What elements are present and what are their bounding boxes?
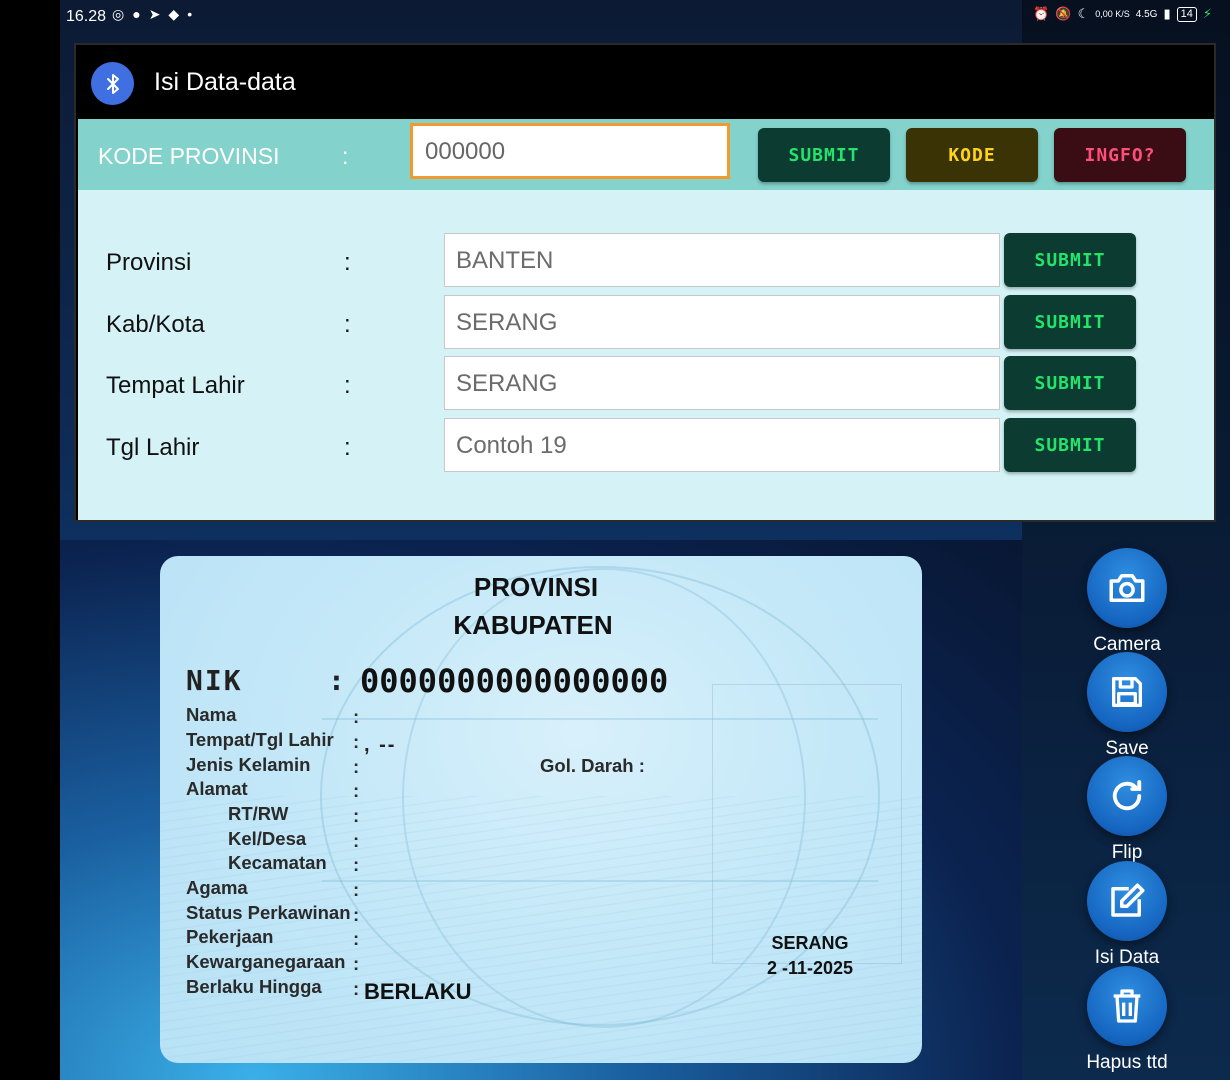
notification-icons: ◎ ● ➤ ◆ •: [112, 6, 192, 23]
tempat-lahir-input[interactable]: SERANG: [444, 356, 1000, 410]
ktp-label-kel-desa: Kel/Desa: [228, 828, 307, 849]
kode-provinsi-label: KODE PROVINSI: [98, 143, 280, 169]
system-icons: ⏰ 🔕 ☾ 0,00 K/S 4.5G ▮ 14 ⚡: [1033, 6, 1212, 22]
save-button[interactable]: Save: [1062, 652, 1192, 760]
ktp-colon: :: [353, 780, 360, 801]
trash-icon: [1087, 966, 1167, 1046]
kode-button[interactable]: KODE: [906, 128, 1038, 182]
save-icon: [1087, 652, 1167, 732]
ktp-colon: :: [353, 706, 360, 727]
field-row-provinsi: Provinsi : BANTEN SUBMIT: [78, 233, 1214, 289]
nik-label: NIK: [186, 664, 243, 697]
nik-value: 0000000000000000: [360, 662, 669, 700]
ktp-colon: :: [353, 928, 360, 949]
ingfo-button[interactable]: INGFO?: [1054, 128, 1186, 182]
field-colon: :: [344, 249, 351, 276]
gol-darah-label: Gol. Darah :: [540, 755, 645, 776]
kode-colon: :: [342, 143, 349, 169]
refresh-icon: [1087, 756, 1167, 836]
alarm-icon: ⏰: [1033, 6, 1050, 21]
edit-icon: [1087, 861, 1167, 941]
field-label: Kab/Kota: [106, 311, 205, 338]
ktp-colon: :: [353, 879, 360, 900]
field-row-tgl-lahir: Tgl Lahir : Contoh 19 SUBMIT: [78, 418, 1214, 474]
berlaku-value: BERLAKU: [364, 979, 472, 1004]
ktp-label-status-perkawinan: Status Perkawinan: [186, 902, 351, 923]
ktp-colon: :: [353, 830, 360, 851]
dialog-title: Isi Data-data: [154, 68, 296, 96]
network-label: 4.5G: [1135, 8, 1158, 20]
submit-provinsi-button[interactable]: SUBMIT: [1004, 233, 1136, 287]
field-row-tempat-lahir: Tempat Lahir : SERANG SUBMIT: [78, 356, 1214, 412]
bluetooth-icon: [91, 62, 134, 105]
ktp-label-kecamatan: Kecamatan: [228, 852, 327, 873]
whatsapp-icon: ◎: [112, 6, 125, 22]
tgl-lahir-input[interactable]: Contoh 19: [444, 418, 1000, 472]
isi-data-dialog: Isi Data-data KODE PROVINSI : 000000 SUB…: [74, 43, 1216, 522]
issue-date: 2 -11-2025: [766, 958, 854, 978]
ttl-value: , --: [364, 734, 397, 756]
ktp-label-alamat: Alamat: [186, 778, 248, 799]
ktp-label-pekerjaan: Pekerjaan: [186, 926, 274, 947]
nik-colon: :: [328, 664, 345, 697]
discord-icon: ◆: [168, 6, 180, 22]
moon-icon: ☾: [1077, 6, 1090, 21]
kode-provinsi-input[interactable]: 000000: [410, 123, 730, 179]
ktp-label-berlaku-hingga: Berlaku Hingga: [186, 976, 322, 997]
camera-icon: [1087, 548, 1167, 628]
ktp-label-ttl: Tempat/Tgl Lahir: [186, 729, 334, 750]
provinsi-input[interactable]: BANTEN: [444, 233, 1000, 287]
charging-icon: ⚡: [1202, 6, 1212, 21]
kode-provinsi-row: KODE PROVINSI : 000000 SUBMIT KODE INGFO…: [78, 119, 1214, 190]
field-label: Tempat Lahir: [106, 372, 245, 399]
chat-icon: ●: [132, 6, 141, 22]
status-time: 16.28: [66, 8, 107, 25]
photo-placeholder: [712, 684, 902, 964]
kab-kota-input[interactable]: SERANG: [444, 295, 1000, 349]
hapus-ttd-label: Hapus ttd: [1086, 1052, 1168, 1073]
dialog-header: Isi Data-data: [76, 45, 1214, 119]
dialog-body: KODE PROVINSI : 000000 SUBMIT KODE INGFO…: [78, 119, 1214, 520]
field-colon: :: [344, 372, 351, 399]
ktp-label-agama: Agama: [186, 877, 248, 898]
field-label: Tgl Lahir: [106, 434, 200, 461]
ktp-colon: :: [353, 953, 360, 974]
field-colon: :: [344, 434, 351, 461]
mute-icon: 🔕: [1055, 6, 1072, 21]
ktp-label-nama: Nama: [186, 704, 237, 725]
ktp-colon: :: [353, 731, 360, 752]
submit-tempat-lahir-button[interactable]: SUBMIT: [1004, 356, 1136, 410]
ktp-kabupaten: KABUPATEN: [453, 610, 613, 640]
camera-button[interactable]: Camera: [1062, 548, 1192, 656]
status-bar: 16.28 ◎ ● ➤ ◆ • ⏰ 🔕 ☾ 0,00 K/S 4.5G ▮ 14…: [60, 0, 1230, 34]
speed-readout: 0,00 K/S: [1095, 9, 1130, 19]
submit-kode-button[interactable]: SUBMIT: [758, 128, 890, 182]
submit-kab-kota-button[interactable]: SUBMIT: [1004, 295, 1136, 349]
ktp-label-kewarganegaraan: Kewarganegaraan: [186, 951, 346, 972]
battery-icon: 14: [1176, 6, 1197, 22]
ktp-colon: :: [353, 854, 360, 875]
ktp-colon: :: [353, 904, 360, 925]
ktp-card: PROVINSI KABUPATEN NIK : 000000000000000…: [160, 556, 922, 1063]
hapus-ttd-button[interactable]: Hapus ttd: [1062, 966, 1192, 1074]
ktp-colon: :: [353, 805, 360, 826]
ktp-label-rt-rw: RT/RW: [228, 803, 289, 824]
isi-data-button[interactable]: Isi Data: [1062, 861, 1192, 969]
ktp-colon: :: [353, 756, 360, 777]
field-label: Provinsi: [106, 249, 192, 276]
more-dot-icon: •: [187, 6, 193, 22]
issue-city: SERANG: [771, 933, 849, 953]
ktp-provinsi: PROVINSI: [473, 572, 599, 602]
field-row-kab-kota: Kab/Kota : SERANG SUBMIT: [78, 295, 1214, 351]
field-colon: :: [344, 311, 351, 338]
telegram-icon: ➤: [148, 6, 161, 22]
signal-icon: ▮: [1163, 6, 1171, 21]
ktp-colon: :: [353, 978, 360, 999]
submit-tgl-lahir-button[interactable]: SUBMIT: [1004, 418, 1136, 472]
ktp-label-jenis-kelamin: Jenis Kelamin: [186, 754, 311, 775]
flip-button[interactable]: Flip: [1062, 756, 1192, 864]
